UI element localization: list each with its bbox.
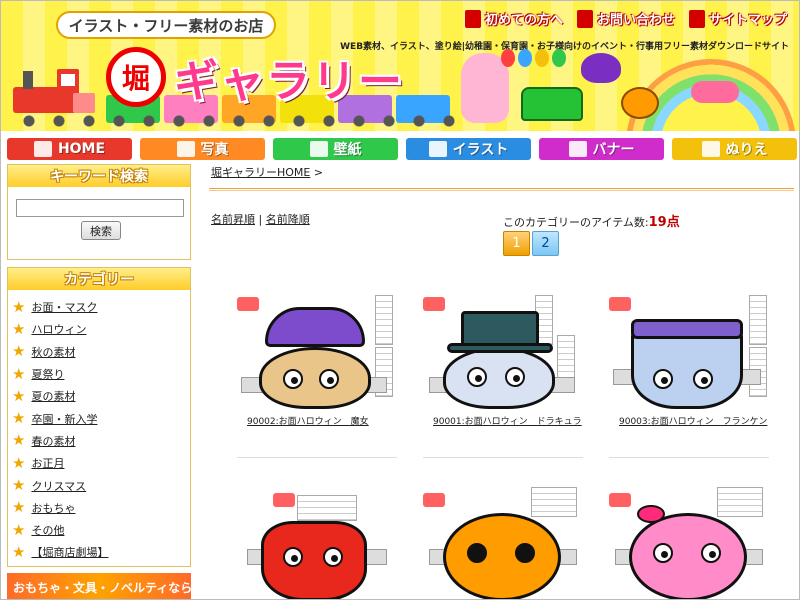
candy-icon bbox=[691, 81, 739, 103]
page-2-button[interactable]: 2 bbox=[532, 231, 559, 256]
nav-illust[interactable]: イラスト bbox=[406, 138, 531, 160]
page-1-button[interactable]: 1 bbox=[503, 231, 530, 256]
breadcrumb: 堀ギャラリーHOME > bbox=[211, 164, 323, 180]
category-item[interactable]: ★ ハロウィン bbox=[12, 318, 186, 340]
category-item[interactable]: ★ 【堀商店劇場】 bbox=[12, 541, 186, 563]
nav-coloring[interactable]: ぬりえ bbox=[672, 138, 797, 160]
category-item[interactable]: ★ クリスマス bbox=[12, 474, 186, 496]
sort-options: 名前昇順 | 名前降順 bbox=[211, 213, 310, 226]
top-links: 初めての方へ お問い合わせ サイトマップ bbox=[464, 9, 787, 28]
bat-icon bbox=[581, 53, 621, 83]
item-caption[interactable]: 90003:お面ハロウィン フランケン bbox=[619, 414, 767, 427]
camera-icon bbox=[176, 141, 195, 157]
star-icon: ★ bbox=[12, 476, 26, 495]
balloons-icon bbox=[501, 49, 566, 67]
sort-name-asc-link[interactable]: 名前昇順 bbox=[211, 213, 255, 226]
nav-home[interactable]: HOME bbox=[7, 138, 132, 160]
category-title: カテゴリー bbox=[8, 268, 190, 290]
banner-icon bbox=[568, 141, 587, 157]
star-icon: ★ bbox=[12, 386, 26, 405]
book-icon bbox=[464, 9, 481, 28]
monitor-icon bbox=[309, 141, 328, 157]
star-icon: ★ bbox=[12, 409, 26, 428]
pumpkin-icon bbox=[621, 87, 659, 119]
item-caption[interactable]: 90001:お面ハロウィン ドラキュラ bbox=[433, 414, 582, 427]
sitemap-icon bbox=[688, 9, 705, 28]
category-list: ★ お面・マスク ★ ハロウィン ★ 秋の素材 ★ 夏祭り ★ 夏の素材 ★ 卒園・新入学 … bbox=[8, 290, 190, 564]
crayon-icon bbox=[701, 141, 720, 157]
category-item[interactable]: ★ その他 bbox=[12, 519, 186, 541]
star-icon: ★ bbox=[12, 364, 26, 383]
item-thumbnail bbox=[237, 487, 392, 599]
car-icon bbox=[521, 87, 583, 121]
divider bbox=[209, 188, 794, 191]
category-item[interactable]: ★ お面・マスク bbox=[12, 296, 186, 318]
item-card-dracula[interactable]: 90001:お面ハロウィン ドラキュラ bbox=[413, 287, 589, 437]
site-header: イラスト・フリー素材のお店 初めての方へ お問い合わせ サイトマップ WEB素材… bbox=[1, 1, 799, 131]
pagination: 1 2 bbox=[503, 231, 559, 256]
item-count-value: 19点 bbox=[648, 215, 680, 230]
logo-stamp: 堀 bbox=[106, 47, 166, 107]
category-item[interactable]: ★ 夏の素材 bbox=[12, 385, 186, 407]
contact-link[interactable]: お問い合わせ bbox=[576, 9, 675, 28]
page: イラスト・フリー素材のお店 初めての方へ お問い合わせ サイトマップ WEB素材… bbox=[0, 0, 800, 600]
mail-icon bbox=[576, 9, 593, 28]
keyword-search-title: キーワード検索 bbox=[8, 165, 190, 187]
category-panel: カテゴリー ★ お面・マスク ★ ハロウィン ★ 秋の素材 ★ 夏祭り ★ 夏の素材 ★ 卒… bbox=[7, 267, 191, 567]
search-button[interactable]: 検索 bbox=[81, 221, 121, 240]
category-item[interactable]: ★ 春の素材 bbox=[12, 430, 186, 452]
sitemap-link[interactable]: サイトマップ bbox=[688, 9, 787, 28]
star-icon: ★ bbox=[12, 498, 26, 517]
item-thumbnail bbox=[423, 295, 578, 409]
shop-badge: イラスト・フリー素材のお店 bbox=[56, 11, 276, 39]
item-thumbnail bbox=[609, 295, 767, 409]
item-card-witch[interactable]: 90002:お面ハロウィン 魔女 bbox=[227, 287, 403, 437]
breadcrumb-separator: > bbox=[313, 166, 324, 179]
category-item[interactable]: ★ 卒園・新入学 bbox=[12, 407, 186, 429]
item-caption[interactable]: 90002:お面ハロウィン 魔女 bbox=[247, 414, 369, 427]
nav-wallpaper[interactable]: 壁紙 bbox=[273, 138, 398, 160]
item-count: このカテゴリーのアイテム数:19点 bbox=[503, 215, 680, 230]
star-icon: ★ bbox=[12, 431, 26, 450]
main-nav: HOME 写真 壁紙 イラスト バナー ぬりえ bbox=[7, 138, 797, 160]
item-thumbnail bbox=[609, 487, 764, 599]
item-thumbnail bbox=[423, 487, 578, 599]
star-icon: ★ bbox=[12, 297, 26, 316]
search-input[interactable] bbox=[16, 199, 184, 217]
star-icon: ★ bbox=[12, 520, 26, 539]
star-icon: ★ bbox=[12, 542, 26, 561]
item-card-pink-pumpkin[interactable] bbox=[599, 479, 775, 599]
item-card-frankenstein[interactable]: 90003:お面ハロウィン フランケン bbox=[599, 287, 775, 437]
item-card-oni[interactable] bbox=[227, 479, 403, 599]
item-thumbnail bbox=[237, 295, 393, 409]
nav-banner[interactable]: バナー bbox=[539, 138, 664, 160]
nav-photo[interactable]: 写真 bbox=[140, 138, 265, 160]
breadcrumb-home-link[interactable]: 堀ギャラリーHOME bbox=[211, 166, 310, 179]
category-item[interactable]: ★ おもちゃ bbox=[12, 497, 186, 519]
logo-word: ギャラリー bbox=[174, 56, 404, 107]
pencil-icon bbox=[428, 141, 447, 157]
item-card-pumpkin[interactable] bbox=[413, 479, 589, 599]
sidebar-bottom-banner[interactable]: おもちゃ・文具・ノベルティなら bbox=[7, 573, 191, 599]
category-item[interactable]: ★ 秋の素材 bbox=[12, 341, 186, 363]
first-time-link[interactable]: 初めての方へ bbox=[464, 9, 563, 28]
category-item[interactable]: ★ お正月 bbox=[12, 452, 186, 474]
star-icon: ★ bbox=[12, 342, 26, 361]
house-icon bbox=[33, 141, 52, 157]
keyword-search-panel: キーワード検索 検索 bbox=[7, 164, 191, 260]
site-logo[interactable]: 堀 ギャラリー bbox=[106, 46, 456, 108]
star-icon: ★ bbox=[12, 453, 26, 472]
star-icon: ★ bbox=[12, 319, 26, 338]
train-locomotive-icon bbox=[13, 69, 95, 113]
sort-name-desc-link[interactable]: 名前降順 bbox=[266, 213, 310, 226]
category-item[interactable]: ★ 夏祭り bbox=[12, 363, 186, 385]
